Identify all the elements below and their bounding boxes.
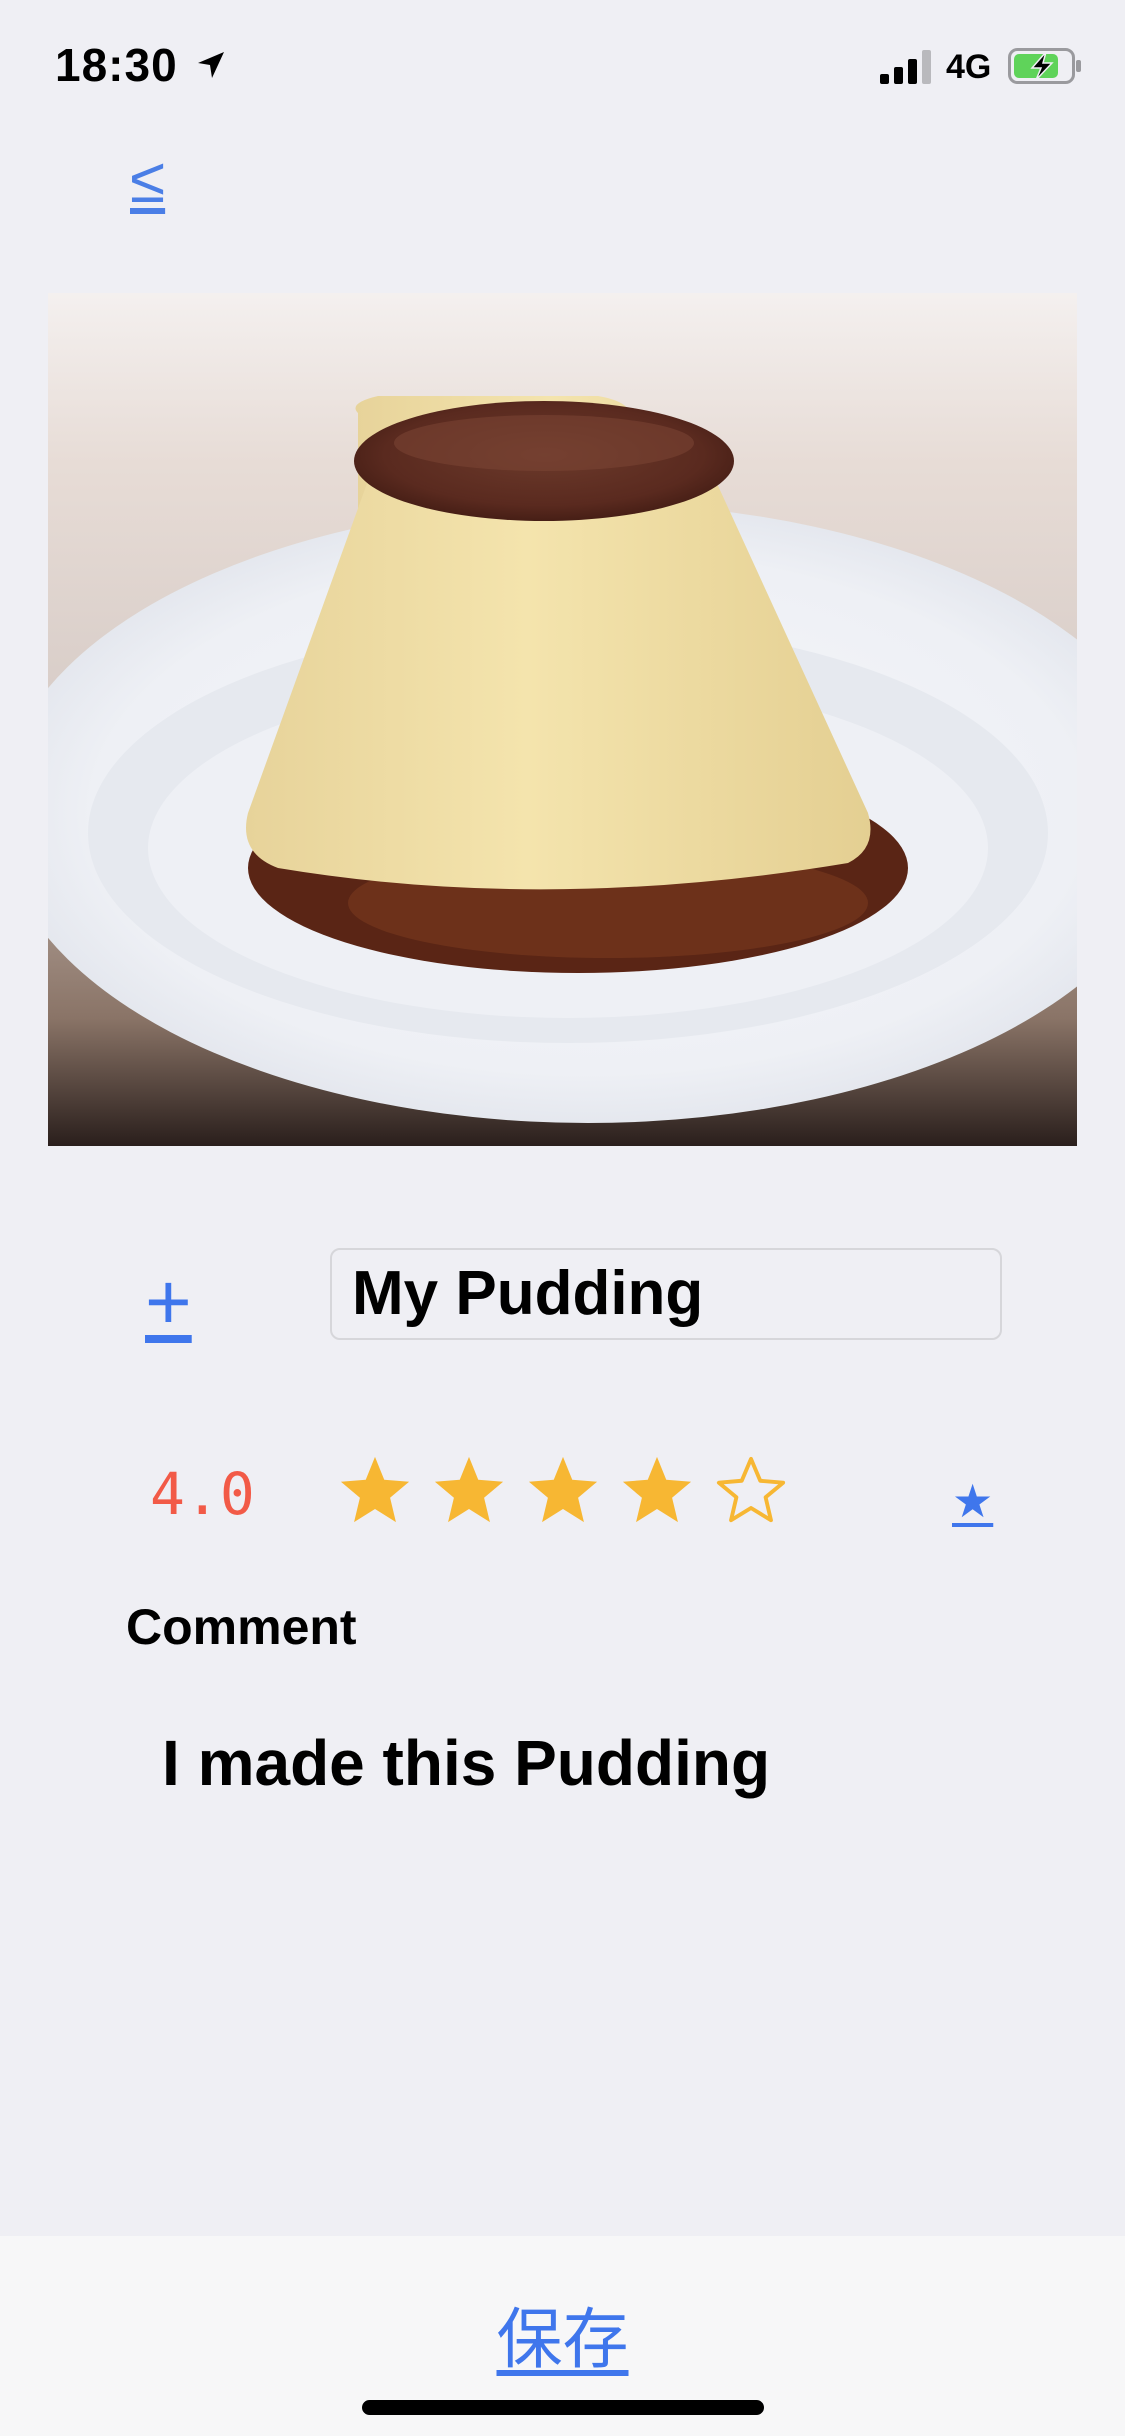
star-rating[interactable] <box>338 1452 788 1532</box>
battery-charging-icon <box>1008 48 1081 84</box>
signal-bars-icon <box>880 50 931 84</box>
back-button[interactable]: ≤ <box>130 148 165 212</box>
location-arrow-icon <box>198 52 224 78</box>
comment-text[interactable]: I made this Pudding <box>162 1726 770 1800</box>
home-indicator[interactable] <box>362 2400 764 2415</box>
star-filled-icon[interactable] <box>432 1452 506 1528</box>
pudding-photo <box>48 293 1077 1146</box>
star-filled-icon[interactable] <box>620 1452 694 1528</box>
star-filled-icon[interactable] <box>526 1452 600 1528</box>
bottom-toolbar: 保存 <box>0 2236 1125 2436</box>
favorite-star-button[interactable]: ★ <box>952 1478 993 1524</box>
status-time: 18:30 <box>55 39 178 91</box>
add-photo-button[interactable]: + <box>145 1262 192 1342</box>
star-empty-icon[interactable] <box>714 1452 788 1528</box>
save-button[interactable]: 保存 <box>0 2286 1125 2382</box>
name-field[interactable]: My Pudding <box>330 1248 1002 1340</box>
star-filled-icon[interactable] <box>338 1452 412 1528</box>
rating-value: 4.0 <box>150 1460 255 1528</box>
network-type: 4G <box>946 48 992 86</box>
comment-label: Comment <box>126 1599 357 1655</box>
